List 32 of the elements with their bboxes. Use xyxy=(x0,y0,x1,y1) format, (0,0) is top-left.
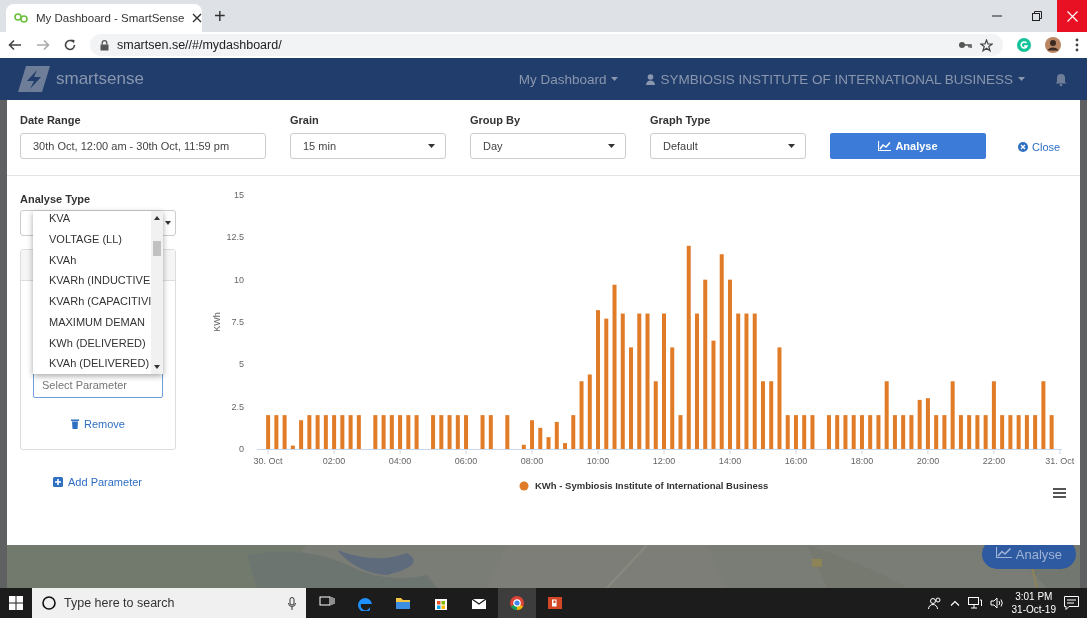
axis-label: 0 xyxy=(239,444,244,454)
logo-text: smartsense xyxy=(56,69,144,89)
clock-time: 3:01 PM xyxy=(1015,590,1053,603)
clock-date: 31-Oct-19 xyxy=(1011,603,1056,616)
axis-label: 16:00 xyxy=(784,456,808,466)
axis-label: 5 xyxy=(239,359,244,370)
axis-label: 2.5 xyxy=(231,401,244,412)
field-label: Grain xyxy=(290,114,320,126)
axis-label: 10 xyxy=(234,274,244,285)
axis-label: 12.5 xyxy=(226,232,244,243)
field-label: Group By xyxy=(470,114,522,126)
axis-label: 22:00 xyxy=(982,456,1006,466)
axis-label: 30. Oct xyxy=(253,456,283,466)
axis-label: 12:00 xyxy=(652,456,676,466)
tab-title: My Dashboard - SmartSense xyxy=(36,12,185,24)
axis-title: KWh xyxy=(212,312,222,332)
search-placeholder: Type here to search xyxy=(64,596,176,610)
axis-label: 18:00 xyxy=(850,456,874,466)
axis-label: 02:00 xyxy=(322,456,346,466)
axis-label: 31. Oct xyxy=(1045,456,1075,466)
field-label: Date Range xyxy=(20,114,82,126)
axis-label: 15 xyxy=(234,190,244,200)
axis-label: 06:00 xyxy=(454,456,478,466)
url-text: smartsen.se//#/mydashboard/ xyxy=(117,38,283,52)
axis-label: 7.5 xyxy=(231,317,244,327)
field-label: Graph Type xyxy=(650,114,712,126)
axis-label: 08:00 xyxy=(520,456,544,466)
axis-label: 04:00 xyxy=(388,456,412,466)
axis-label: 14:00 xyxy=(718,456,742,466)
field-label: Analyse Type xyxy=(20,193,92,205)
axis-label: 20:00 xyxy=(916,456,940,466)
axis-label: 10:00 xyxy=(586,456,610,466)
